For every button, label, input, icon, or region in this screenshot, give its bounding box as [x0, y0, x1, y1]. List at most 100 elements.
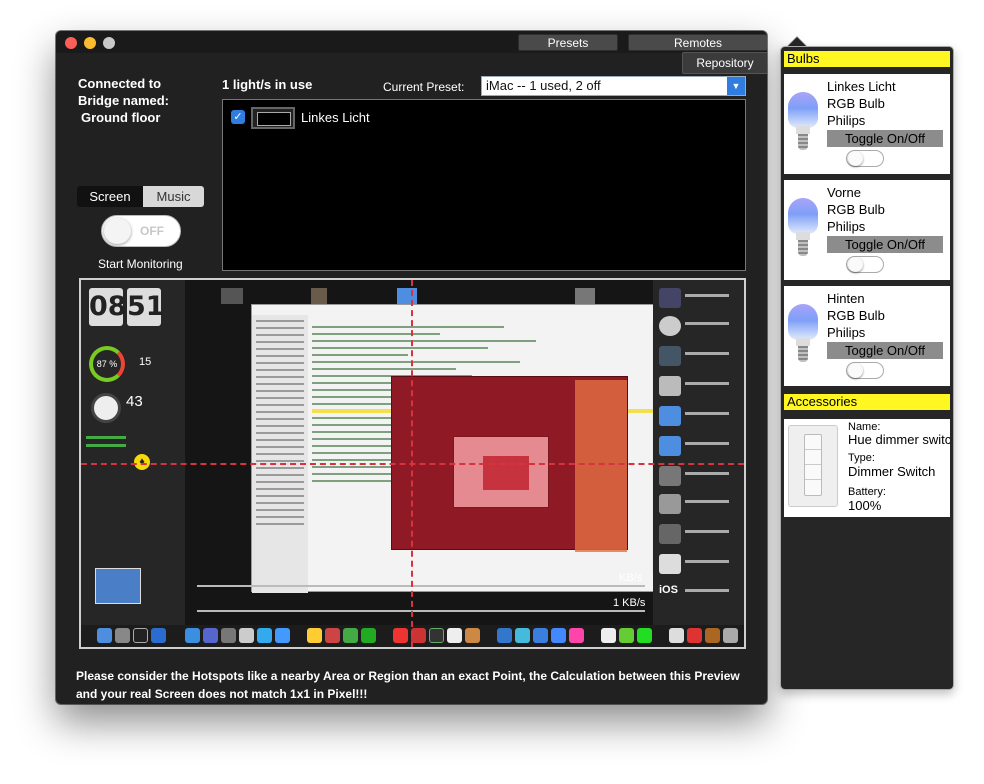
- desktop-file-icon: [575, 288, 595, 304]
- remotes-tab-button[interactable]: Remotes: [628, 34, 767, 51]
- main-window: Presets Remotes Repository Connected to …: [56, 31, 767, 704]
- ios-label: iOS: [659, 584, 678, 596]
- bulb-switch[interactable]: [846, 150, 884, 167]
- accessory-card: Name: Hue dimmer switch Type: Dimmer Swi…: [784, 419, 950, 517]
- toggle-on-off-button[interactable]: Toggle On/Off: [827, 236, 943, 253]
- package-icon: [659, 554, 681, 574]
- network-down-label: 1 KB/s: [613, 597, 646, 609]
- app-label: [685, 500, 729, 503]
- dock-icon: [221, 628, 236, 643]
- repository-button[interactable]: Repository: [682, 52, 767, 74]
- hotspot-horizontal-crosshair: [81, 463, 744, 465]
- bulb-card: Linkes Licht RGB Bulb Philips Toggle On/…: [784, 74, 950, 174]
- folder-label: [685, 412, 729, 415]
- toggle-state-label: OFF: [140, 224, 164, 238]
- clock-app-icon: [659, 316, 681, 336]
- preset-select[interactable]: iMac -- 1 used, 2 off ▼: [481, 76, 746, 96]
- chevron-down-icon[interactable]: ▼: [727, 77, 745, 95]
- dock-icon: [411, 628, 426, 643]
- dock-icon: [447, 628, 462, 643]
- folder-label: [685, 442, 729, 445]
- dock-icon: [239, 628, 254, 643]
- desktop-file-icon: [221, 288, 243, 304]
- dock-icon: [185, 628, 200, 643]
- bridge-name: Ground floor: [81, 110, 161, 125]
- app-label: [685, 352, 729, 355]
- preview-desktop: KB/s 1 KB/s: [185, 280, 726, 625]
- app-icon: [659, 524, 681, 544]
- monitoring-toggle[interactable]: OFF: [101, 215, 181, 247]
- preview-red-inner: [483, 456, 529, 490]
- toggle-on-off-button[interactable]: Toggle On/Off: [827, 342, 943, 359]
- screen-preview[interactable]: 08 51 87 % 15 43 ♦ KB/s 1 KB/s iOS: [79, 278, 746, 649]
- dock-icon: [497, 628, 512, 643]
- connection-status: Connected to Bridge named: Ground floor: [78, 75, 169, 126]
- bulb-name: Hinten: [827, 291, 865, 306]
- bulb-icon: [788, 304, 818, 364]
- temperature-value: 43: [126, 393, 143, 410]
- moon-icon: [91, 393, 121, 423]
- dock-icon: [569, 628, 584, 643]
- dock-icon: [429, 628, 444, 643]
- ring-side-value: 15: [139, 356, 152, 368]
- dock-icon: [669, 628, 684, 643]
- toggle-on-off-button[interactable]: Toggle On/Off: [827, 130, 943, 147]
- accessory-name: Hue dimmer switch: [848, 432, 950, 447]
- minimize-window-button[interactable]: [84, 37, 96, 49]
- start-monitoring-label: Start Monitoring: [98, 257, 183, 271]
- dock-icon: [257, 628, 272, 643]
- dimmer-switch-icon: [788, 425, 838, 507]
- zoom-window-button[interactable]: [103, 37, 115, 49]
- dock-icon: [151, 628, 166, 643]
- screen-mode-button[interactable]: Screen: [77, 186, 143, 207]
- network-up-bar: [197, 585, 645, 587]
- mode-segmented-control: Screen Music: [77, 186, 204, 207]
- bulb-switch[interactable]: [846, 256, 884, 273]
- dock-icon: [637, 628, 652, 643]
- app-label: [685, 472, 729, 475]
- drive-icon: [659, 288, 681, 308]
- preview-left-widgets: 08 51 87 % 15 43 ♦: [81, 280, 185, 625]
- connection-line-2: Bridge named:: [78, 93, 170, 108]
- app-label: [685, 322, 729, 325]
- hotspot-bulb-icon[interactable]: ♦: [134, 454, 150, 470]
- hotspot-notice: Please consider the Hotspots like a near…: [76, 669, 740, 701]
- bulb-card: Vorne RGB Bulb Philips Toggle On/Off: [784, 180, 950, 280]
- dock-icon: [533, 628, 548, 643]
- status-text-lines: [86, 436, 126, 439]
- accessory-type: Dimmer Switch: [848, 464, 936, 479]
- accessory-battery: 100%: [848, 498, 882, 513]
- dock-icon: [619, 628, 634, 643]
- folder-icon: [659, 436, 681, 456]
- folder-icon: [659, 406, 681, 426]
- light-list-item[interactable]: ✓ Linkes Licht: [229, 107, 529, 129]
- dock-icon: [115, 628, 130, 643]
- dock-icon: [465, 628, 480, 643]
- bulb-manufacturer: Philips: [827, 219, 866, 234]
- bulb-manufacturer: Philips: [827, 325, 866, 340]
- dock-icon: [343, 628, 358, 643]
- trash-icon: [723, 628, 738, 643]
- presets-tab-button[interactable]: Presets: [518, 34, 618, 51]
- accessory-type-label: Type:: [848, 452, 875, 464]
- dock-icon: [551, 628, 566, 643]
- network-down-bar: [197, 610, 645, 612]
- close-window-button[interactable]: [65, 37, 77, 49]
- editor-sidebar: [252, 315, 308, 593]
- folder-icon: [397, 288, 417, 304]
- dock-icon: [133, 628, 148, 643]
- light-checkbox[interactable]: ✓: [231, 110, 245, 124]
- ios-app-label: [685, 589, 729, 592]
- ring-gauge: 87 %: [89, 346, 125, 382]
- network-up-label: KB/s: [619, 572, 643, 584]
- bulb-switch[interactable]: [846, 362, 884, 379]
- dock-icon: [325, 628, 340, 643]
- dock-icon: [393, 628, 408, 643]
- clock-minute: 51: [127, 288, 165, 326]
- accessory-battery-label: Battery:: [848, 486, 886, 498]
- music-mode-button[interactable]: Music: [143, 186, 204, 207]
- lights-in-use-label: 1 light/s in use: [222, 77, 313, 92]
- bulb-icon: [788, 198, 818, 258]
- app-label: [685, 530, 729, 533]
- light-color-swatch[interactable]: [251, 107, 295, 129]
